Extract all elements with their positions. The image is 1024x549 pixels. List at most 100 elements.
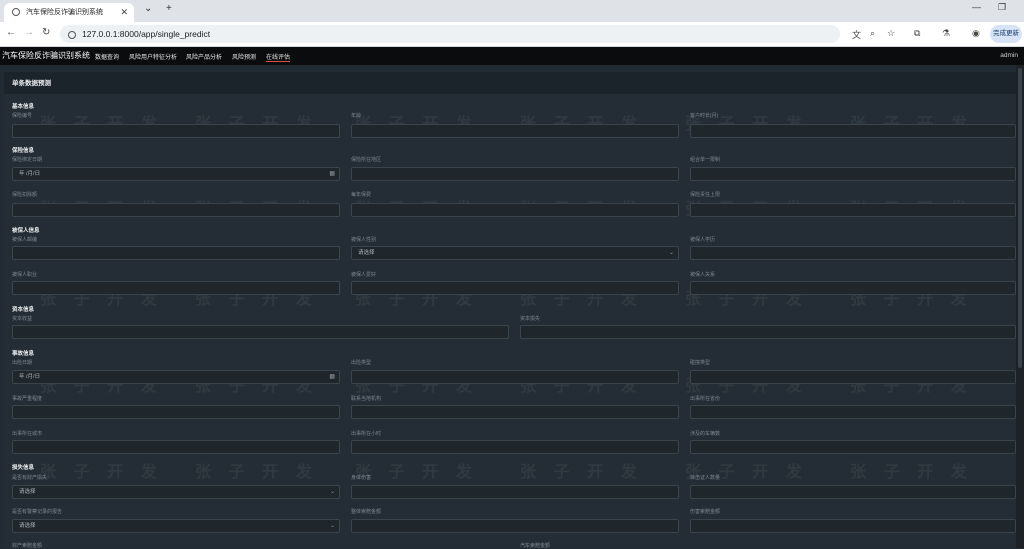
total-claim-input[interactable] <box>351 519 679 533</box>
label-incident-type: 出险类型 <box>351 360 372 366</box>
address-bar-row: ← → ↻ 127.0.0.1:8000/app/single_predict … <box>0 22 1024 47</box>
customer-months-input[interactable] <box>690 124 1016 138</box>
witnesses-input[interactable] <box>690 485 1016 499</box>
forward-icon[interactable]: → <box>24 27 34 38</box>
nav-risk-prediction[interactable]: 风险预测 <box>232 52 256 61</box>
label-injury-claim: 伤害索赔金额 <box>690 509 721 515</box>
hobby-input[interactable] <box>351 281 679 295</box>
incident-city-input[interactable] <box>12 440 340 454</box>
deductible-input[interactable] <box>12 203 340 217</box>
relationship-input[interactable] <box>690 281 1016 295</box>
label-policy-no: 保险编号 <box>12 113 33 119</box>
translate-icon[interactable]: 文 <box>852 28 861 41</box>
zip-input[interactable] <box>12 246 340 260</box>
label-combined-limit: 组合单一限制 <box>690 157 721 163</box>
chevron-down-icon: ⌄ <box>668 250 674 256</box>
zoom-icon[interactable]: ⌕ <box>870 28 875 39</box>
watermark: 张 子 开 发 <box>195 462 318 481</box>
label-annual-premium: 每年保费 <box>351 192 372 198</box>
label-incident-hour: 出事所在小时 <box>351 431 382 437</box>
reload-icon[interactable]: ↻ <box>42 27 50 38</box>
incident-hour-input[interactable] <box>351 440 679 454</box>
bookmark-star-icon[interactable]: ☆ <box>887 28 895 39</box>
nav-online-evaluation[interactable]: 在线评估 <box>266 52 291 62</box>
restore-icon[interactable]: ❐ <box>998 2 1006 13</box>
watermark: 张 子 开 发 <box>355 462 478 481</box>
tab-title: 汽车保险反诈骗识别系统 <box>26 9 103 16</box>
chevron-down-icon: ⌄ <box>329 523 335 529</box>
incident-type-input[interactable] <box>351 370 679 384</box>
label-incident-state: 出事所在省份 <box>690 396 721 402</box>
tab-list-icon[interactable]: ⌄ <box>144 3 152 14</box>
label-umbrella-limit: 保险责任上限 <box>690 192 721 198</box>
label-vehicles: 涉及的车辆数 <box>690 431 721 437</box>
age-input[interactable] <box>351 124 679 138</box>
labs-icon[interactable]: ⚗ <box>942 28 950 39</box>
nav-risk-user-analysis[interactable]: 风险用户特征分析 <box>129 52 177 61</box>
watermark: 张 子 开 发 <box>520 462 643 481</box>
capital-gain-input[interactable] <box>12 325 509 339</box>
select-placeholder: 请选择 <box>358 250 375 256</box>
section-capital: 资本信息 <box>12 307 35 313</box>
new-tab-icon[interactable]: + <box>166 3 172 14</box>
combined-limit-input[interactable] <box>690 167 1016 181</box>
globe-icon <box>12 8 20 16</box>
incident-state-input[interactable] <box>690 405 1016 419</box>
user-name[interactable]: admin <box>1000 52 1018 59</box>
label-severity: 事故严重程度 <box>12 396 43 402</box>
label-witnesses: 目击证人数量 <box>690 475 721 481</box>
occupation-input[interactable] <box>12 281 340 295</box>
label-capital-loss: 资本损失 <box>520 316 541 322</box>
incident-date-input[interactable]: 年 /月/日 ▦ <box>12 370 340 384</box>
watermark: 张 子 开 发 <box>40 462 163 481</box>
chevron-down-icon: ⌄ <box>329 489 335 495</box>
card-header <box>4 72 1020 94</box>
bind-date-input[interactable]: 年 /月/日 ▦ <box>12 167 340 181</box>
back-icon[interactable]: ← <box>6 27 16 38</box>
collision-type-input[interactable] <box>690 370 1016 384</box>
scrollbar-thumb[interactable] <box>1018 68 1022 368</box>
label-incident-date: 出险日期 <box>12 360 33 366</box>
label-deductible: 保险扣除额 <box>12 192 38 198</box>
nav-data-query[interactable]: 数据查询 <box>95 52 119 61</box>
policy-no-input[interactable] <box>12 124 340 138</box>
profile-icon[interactable]: ◉ <box>972 28 980 39</box>
browser-tab[interactable]: 汽车保险反诈骗识别系统 ✕ <box>4 3 134 22</box>
nav-risk-product-analysis[interactable]: 风险产品分析 <box>186 52 222 61</box>
calendar-icon[interactable]: ▦ <box>329 371 335 383</box>
label-collision-type: 碰撞类型 <box>690 360 711 366</box>
authority-input[interactable] <box>351 405 679 419</box>
property-damage-select[interactable]: 请选择 ⌄ <box>12 485 340 499</box>
severity-input[interactable] <box>12 405 340 419</box>
date-placeholder: 年 /月/日 <box>19 171 41 177</box>
site-info-icon[interactable] <box>68 30 76 39</box>
vehicles-input[interactable] <box>690 440 1016 454</box>
label-hobby: 被保人爱好 <box>351 272 377 278</box>
label-capital-gain: 资本收益 <box>12 316 33 322</box>
minimize-icon[interactable]: — <box>972 2 981 12</box>
section-policy: 保险信息 <box>12 148 35 154</box>
bodily-injuries-input[interactable] <box>351 485 679 499</box>
label-bind-date: 保险绑定日期 <box>12 157 43 163</box>
date-placeholder: 年 /月/日 <box>19 374 41 380</box>
capital-loss-input[interactable] <box>520 325 1016 339</box>
injury-claim-input[interactable] <box>690 519 1016 533</box>
select-placeholder: 请选择 <box>19 489 36 495</box>
policy-state-input[interactable] <box>351 167 679 181</box>
umbrella-limit-input[interactable] <box>690 203 1016 217</box>
update-button[interactable]: 完成更新 <box>990 25 1022 43</box>
extensions-icon[interactable]: ⧉ <box>914 28 920 39</box>
label-occupation: 被保人职业 <box>12 272 38 278</box>
police-report-select[interactable]: 请选择 ⌄ <box>12 519 340 533</box>
annual-premium-input[interactable] <box>351 203 679 217</box>
sex-select[interactable]: 请选择 ⌄ <box>351 246 679 260</box>
education-input[interactable] <box>690 246 1016 260</box>
calendar-icon[interactable]: ▦ <box>329 168 335 180</box>
close-icon[interactable]: ✕ <box>120 3 128 22</box>
url-text: 127.0.0.1:8000/app/single_predict <box>82 29 211 39</box>
app-brand[interactable]: 汽车保险反诈骗识别系统 <box>2 50 90 61</box>
url-field[interactable]: 127.0.0.1:8000/app/single_predict <box>60 25 840 43</box>
label-policy-state: 保险所在地区 <box>351 157 382 163</box>
section-loss: 损失信息 <box>12 465 35 471</box>
label-education: 被保人学历 <box>690 237 716 243</box>
